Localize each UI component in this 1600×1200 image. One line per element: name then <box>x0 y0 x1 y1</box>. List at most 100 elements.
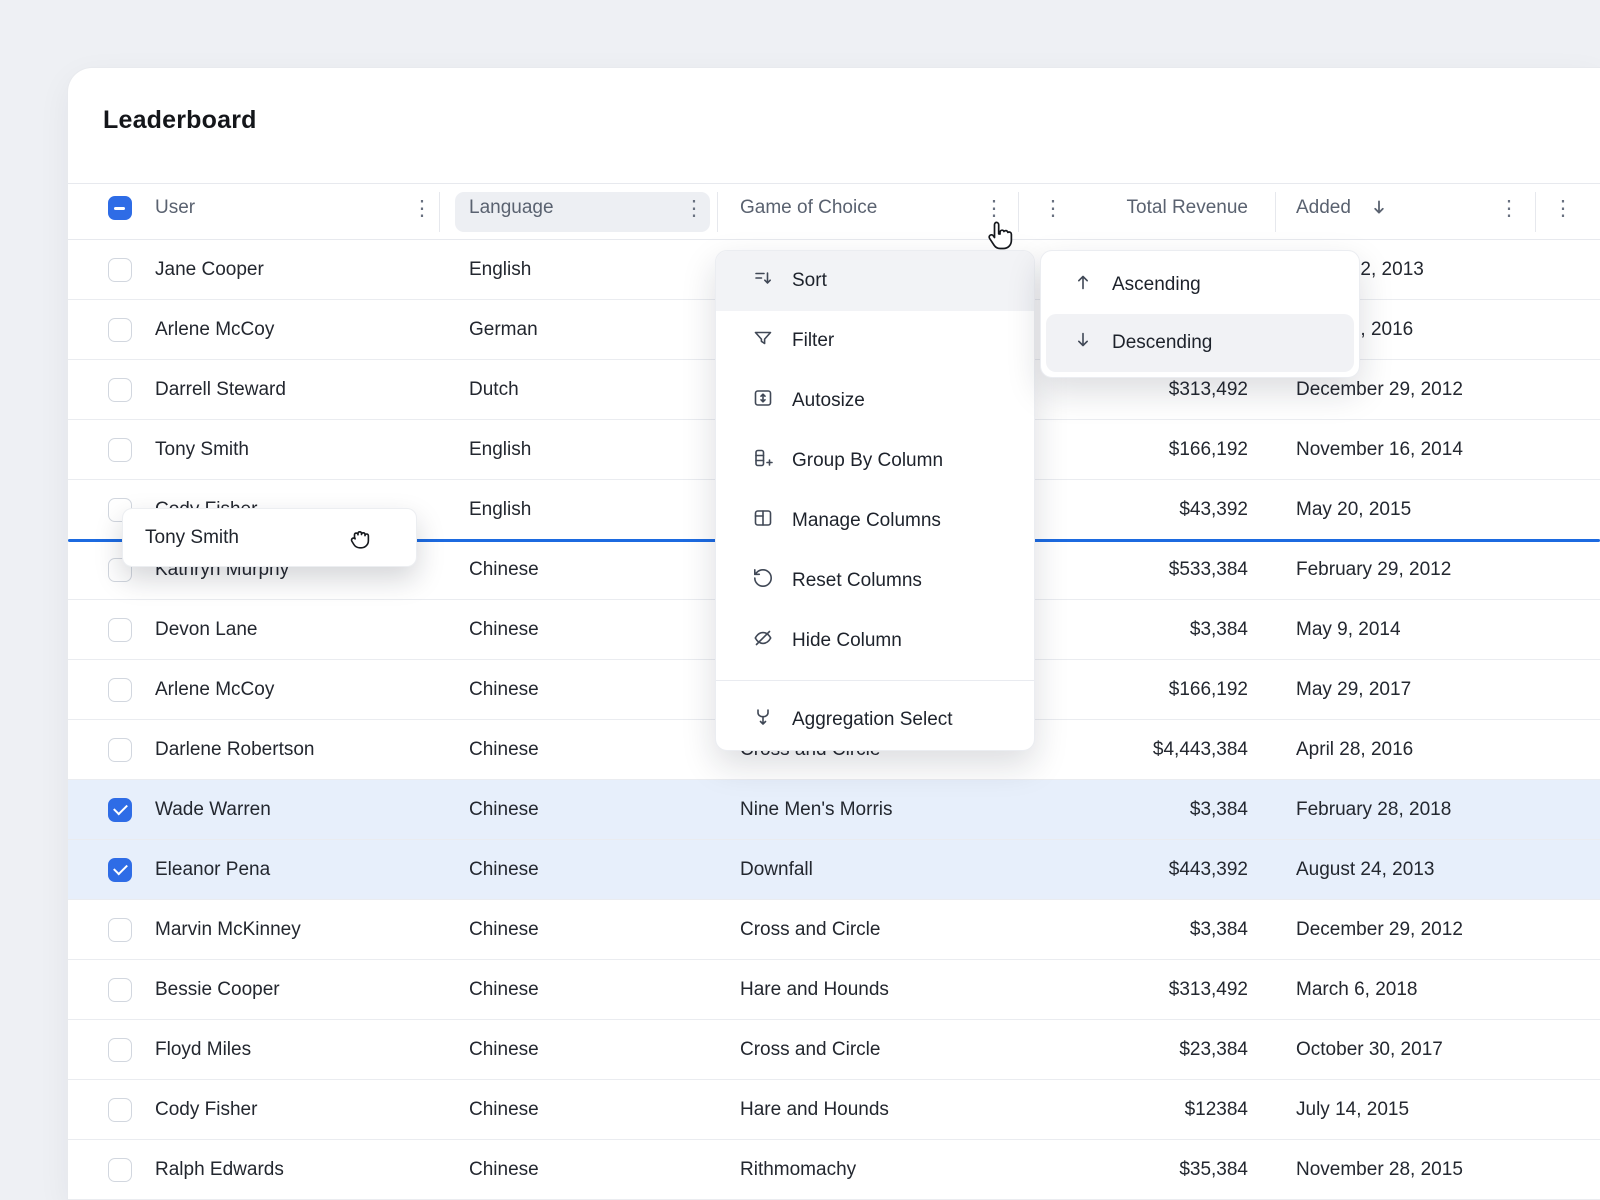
row-checkbox[interactable] <box>108 918 132 942</box>
row-checkbox[interactable] <box>108 318 132 342</box>
cell-user: Darrell Steward <box>155 379 469 401</box>
menu-item-label: Filter <box>792 330 834 352</box>
cell-revenue: $3,384 <box>1018 619 1275 641</box>
cell-added: February 28, 2018 <box>1275 799 1535 821</box>
cell-language: Chinese <box>469 1039 740 1061</box>
row-checkbox[interactable] <box>108 1038 132 1062</box>
submenu-item-descending[interactable]: Descending <box>1046 314 1354 372</box>
row-checkbox[interactable] <box>108 978 132 1002</box>
cell-user: Floyd Miles <box>155 1039 469 1061</box>
column-header-revenue[interactable]: Total Revenue <box>1068 196 1248 220</box>
submenu-item-ascending[interactable]: Ascending <box>1046 256 1354 314</box>
table-row[interactable]: Ralph Edwards Chinese Rithmomachy $35,38… <box>68 1140 1600 1200</box>
row-checkbox-checked[interactable] <box>108 858 132 882</box>
column-header-game[interactable]: Game of Choice <box>740 196 877 220</box>
extra-column-menu-icon[interactable] <box>1550 196 1576 220</box>
cell-language: Chinese <box>469 859 740 881</box>
row-checkbox[interactable] <box>108 618 132 642</box>
cell-added: April 28, 2016 <box>1275 739 1535 761</box>
cell-revenue: $35,384 <box>1018 1159 1275 1181</box>
cell-added: March 6, 2018 <box>1275 979 1535 1001</box>
sort-icon <box>752 267 774 295</box>
drag-ghost-label: Tony Smith <box>145 527 239 549</box>
row-checkbox[interactable] <box>108 258 132 282</box>
table-row-selected[interactable]: Eleanor Pena Chinese Downfall $443,392 A… <box>68 840 1600 900</box>
cell-revenue: $3,384 <box>1018 919 1275 941</box>
submenu-item-label: Descending <box>1112 332 1212 354</box>
column-header-added[interactable]: Added <box>1296 196 1351 220</box>
menu-item-manage-columns[interactable]: Manage Columns <box>716 491 1034 551</box>
cell-user: Arlene McCoy <box>155 319 469 341</box>
table-row[interactable]: Marvin McKinney Chinese Cross and Circle… <box>68 900 1600 960</box>
menu-item-aggregation-select[interactable]: Aggregation Select <box>716 690 1034 750</box>
menu-item-sort[interactable]: Sort <box>716 251 1034 311</box>
cell-language: Chinese <box>469 1099 740 1121</box>
table-row[interactable]: Floyd Miles Chinese Cross and Circle $23… <box>68 1020 1600 1080</box>
cell-language: Chinese <box>469 619 740 641</box>
cell-language: Dutch <box>469 379 740 401</box>
cell-language: Chinese <box>469 799 740 821</box>
table-row[interactable]: Bessie Cooper Chinese Hare and Hounds $3… <box>68 960 1600 1020</box>
row-checkbox[interactable] <box>108 678 132 702</box>
row-checkbox[interactable] <box>108 438 132 462</box>
pointer-hand-cursor-icon <box>984 220 1016 259</box>
row-checkbox[interactable] <box>108 738 132 762</box>
cell-revenue: $166,192 <box>1018 439 1275 461</box>
sort-descending-arrow-icon <box>1370 198 1388 221</box>
cell-user: Marvin McKinney <box>155 919 469 941</box>
row-checkbox[interactable] <box>108 1158 132 1182</box>
aggregation-select-icon <box>752 706 774 734</box>
sort-submenu: Ascending Descending <box>1040 250 1360 378</box>
table-row[interactable]: Cody Fisher Chinese Hare and Hounds $123… <box>68 1080 1600 1140</box>
cell-language: Chinese <box>469 919 740 941</box>
cell-added: July 14, 2015 <box>1275 1099 1535 1121</box>
cell-user: Bessie Cooper <box>155 979 469 1001</box>
menu-item-label: Manage Columns <box>792 510 941 532</box>
cell-revenue: $533,384 <box>1018 559 1275 581</box>
cell-game: Cross and Circle <box>740 1039 1018 1061</box>
cell-user: Ralph Edwards <box>155 1159 469 1181</box>
cell-revenue: $3,384 <box>1018 799 1275 821</box>
menu-item-label: Hide Column <box>792 630 902 652</box>
menu-item-autosize[interactable]: Autosize <box>716 371 1034 431</box>
menu-item-hide-column[interactable]: Hide Column <box>716 611 1034 671</box>
row-checkbox[interactable] <box>108 1098 132 1122</box>
menu-item-group-by-column[interactable]: Group By Column <box>716 431 1034 491</box>
select-all-checkbox[interactable] <box>108 196 132 220</box>
table-row-selected[interactable]: Wade Warren Chinese Nine Men's Morris $3… <box>68 780 1600 840</box>
cell-game: Cross and Circle <box>740 919 1018 941</box>
row-checkbox[interactable] <box>108 378 132 402</box>
user-column-menu-icon[interactable] <box>409 196 435 220</box>
cell-revenue: $43,392 <box>1018 499 1275 521</box>
cell-added: December 29, 2012 <box>1275 919 1535 941</box>
cell-user: Wade Warren <box>155 799 469 821</box>
menu-item-reset-columns[interactable]: Reset Columns <box>716 551 1034 611</box>
arrow-down-icon <box>1072 329 1094 357</box>
page-title: Leaderboard <box>103 106 257 135</box>
cell-language: Chinese <box>469 979 740 1001</box>
header-divider <box>1535 192 1536 232</box>
cell-revenue: $313,492 <box>1018 979 1275 1001</box>
cell-game: Rithmomachy <box>740 1159 1018 1181</box>
row-checkbox-checked[interactable] <box>108 798 132 822</box>
group-by-column-icon <box>752 447 774 475</box>
cell-added: November 16, 2014 <box>1275 439 1535 461</box>
header-divider <box>1018 192 1019 232</box>
cell-added: December 29, 2012 <box>1275 379 1535 401</box>
column-header-language[interactable]: Language <box>469 196 554 220</box>
cell-user: Jane Cooper <box>155 259 469 281</box>
cell-revenue: $443,392 <box>1018 859 1275 881</box>
column-header-user[interactable]: User <box>155 196 195 220</box>
language-column-menu-icon[interactable] <box>681 196 707 220</box>
cell-user: Darlene Robertson <box>155 739 469 761</box>
game-column-menu-icon[interactable] <box>981 196 1007 220</box>
added-column-menu-icon[interactable] <box>1496 196 1522 220</box>
cell-language: English <box>469 259 740 281</box>
revenue-column-menu-icon[interactable] <box>1040 196 1066 220</box>
cell-game: Hare and Hounds <box>740 979 1018 1001</box>
submenu-item-label: Ascending <box>1112 274 1201 296</box>
drag-ghost[interactable]: Tony Smith <box>122 508 417 567</box>
cell-added: October 30, 2017 <box>1275 1039 1535 1061</box>
menu-item-filter[interactable]: Filter <box>716 311 1034 371</box>
cell-added: November 28, 2015 <box>1275 1159 1535 1181</box>
